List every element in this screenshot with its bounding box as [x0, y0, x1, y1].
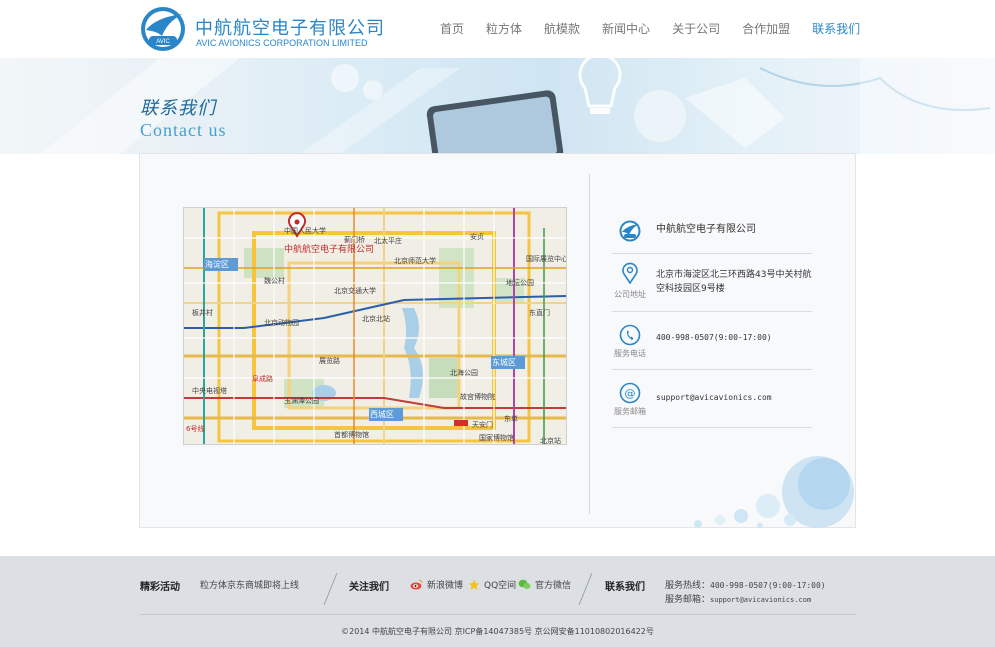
map-label: 北太平庄 [374, 237, 402, 245]
nav-contact[interactable]: 联系我们 [812, 20, 860, 40]
wechat-link[interactable]: 官方微信 [518, 578, 571, 591]
footer-divider [140, 614, 856, 615]
contact-phone-row: 服务电话 400-998-0507(9:00-17:00) [612, 312, 812, 370]
map-label: 玉渊潭公园 [284, 397, 319, 405]
email-label: 服务邮箱 [614, 407, 646, 416]
company-name-cn: 中航航空电子有限公司 [195, 18, 385, 39]
map-label: 展览路 [319, 357, 340, 365]
map-label: 中国人民大学 [284, 227, 326, 235]
map-label: 蓟门桥 [344, 236, 365, 244]
footer-events-link[interactable]: 粒方体京东商城即将上线 [200, 578, 299, 591]
map-label: 首都博物馆 [334, 431, 369, 439]
address-text: 北京市海淀区北三环西路43号中关村航空科技园区9号楼 [656, 270, 812, 294]
footer-email: 服务邮箱：support@avicavionics.com [665, 592, 811, 605]
wechat-label: 官方微信 [535, 581, 572, 591]
map-label: 故宫博物院 [460, 393, 495, 401]
panel-divider [589, 174, 590, 514]
footer-email-value[interactable]: support@avicavionics.com [710, 596, 811, 604]
footer-separator [578, 573, 593, 605]
map-label: 北京交通大学 [334, 287, 376, 295]
footer-hotline: 服务热线：400-998-0507(9:00-17:00) [665, 578, 826, 591]
contact-email-row: @ 服务邮箱 support@avicavionics.com [612, 370, 812, 428]
company-name-en: AVIC AVIONICS CORPORATION LIMITED [196, 38, 368, 48]
footer-hotline-label: 服务热线： [665, 581, 711, 591]
qzone-star-icon [468, 579, 480, 590]
weibo-icon [410, 579, 423, 590]
site-header: AVIC 中航航空电子有限公司 AVIC AVIONICS CORPORATIO… [0, 0, 995, 58]
location-map[interactable]: 中航航空电子有限公司 海淀区 西城区 东城区 中国人民大学 北京交通大学 北京动… [183, 207, 567, 445]
site-footer: 精彩活动 粒方体京东商城即将上线 关注我们 新浪微博 QQ空间 官方微信 联系我… [0, 556, 995, 647]
map-district-dongcheng: 东城区 [492, 358, 516, 367]
main-nav: 首页 粒方体 航模款 新闻中心 关于公司 合作加盟 联系我们 [440, 20, 882, 40]
contact-company-row: 中航航空电子有限公司 [612, 209, 812, 254]
nav-product-cube[interactable]: 粒方体 [486, 20, 522, 40]
map-label: 板井村 [192, 309, 213, 317]
nav-home[interactable]: 首页 [440, 20, 464, 40]
banner-title-cn: 联系我们 [140, 98, 216, 119]
footer-events-title: 精彩活动 [140, 582, 180, 593]
svg-text:AVIC: AVIC [156, 39, 170, 45]
map-district-xicheng: 西城区 [370, 410, 394, 419]
address-label: 公司地址 [614, 290, 646, 299]
page-banner: 联系我们 Contact us [0, 58, 995, 154]
avic-logo-icon: AVIC [141, 7, 185, 51]
contact-panel: 中航航空电子有限公司 海淀区 西城区 东城区 中国人民大学 北京交通大学 北京动… [139, 153, 856, 528]
map-label: 中央电视塔 [192, 387, 227, 395]
email-at-icon: @ [619, 382, 641, 404]
map-label: 北京北站 [362, 315, 390, 323]
map-label: 国际展览中心 [526, 255, 567, 263]
wechat-icon [518, 579, 531, 589]
footer-separator [323, 573, 338, 605]
map-label: 安贞 [470, 233, 484, 241]
footer-hotline-value: 400-998-0507(9:00-17:00) [710, 581, 826, 590]
svg-text:@: @ [625, 387, 636, 400]
nav-news[interactable]: 新闻中心 [602, 20, 650, 40]
map-label: 东直门 [529, 309, 550, 317]
map-label: 天安门 [472, 421, 493, 429]
qzone-link[interactable]: QQ空间 [468, 578, 516, 591]
footer-follow-title: 关注我们 [349, 582, 389, 593]
map-label: 北京动物园 [264, 319, 299, 327]
map-district-haidian: 海淀区 [205, 260, 229, 269]
phone-icon [619, 324, 641, 346]
map-label: 东单 [504, 415, 518, 423]
contact-company-name: 中航航空电子有限公司 [656, 224, 756, 235]
footer-contact-title: 联系我们 [605, 582, 645, 593]
phone-label: 服务电话 [614, 349, 646, 358]
contact-info: 中航航空电子有限公司 公司地址 北京市海淀区北三环西路43号中关村航空科技园区9… [612, 209, 812, 428]
map-label: 6号线 [186, 425, 205, 433]
nav-product-model[interactable]: 航模款 [544, 20, 580, 40]
company-logo-icon [619, 220, 641, 242]
email-text[interactable]: support@avicavionics.com [656, 391, 772, 405]
nav-about[interactable]: 关于公司 [672, 20, 720, 40]
weibo-label: 新浪微博 [427, 581, 464, 591]
contact-address-row: 公司地址 北京市海淀区北三环西路43号中关村航空科技园区9号楼 [612, 254, 812, 312]
company-logo[interactable]: AVIC 中航航空电子有限公司 AVIC AVIONICS CORPORATIO… [140, 6, 400, 52]
map-label: 北京师范大学 [394, 257, 436, 265]
map-label: 北京站 [540, 437, 561, 445]
map-label: 魏公村 [264, 277, 285, 285]
copyright-text: ©2014 中航航空电子有限公司 京ICP备14047385号 京公网安备110… [341, 627, 654, 636]
weibo-link[interactable]: 新浪微博 [410, 578, 463, 591]
footer-email-label: 服务邮箱： [665, 595, 711, 605]
nav-partnership[interactable]: 合作加盟 [742, 20, 790, 40]
phone-text[interactable]: 400-998-0507(9:00-17:00) [656, 331, 772, 345]
qzone-label: QQ空间 [484, 581, 517, 591]
banner-title-en: Contact us [140, 120, 227, 140]
location-pin-icon [622, 262, 638, 284]
map-label: 北海公园 [450, 369, 478, 377]
map-label: 地坛公园 [506, 279, 534, 287]
decorative-bubbles [694, 456, 854, 528]
map-label: 阜成路 [252, 375, 273, 383]
map-label: 国家博物馆 [479, 434, 514, 442]
